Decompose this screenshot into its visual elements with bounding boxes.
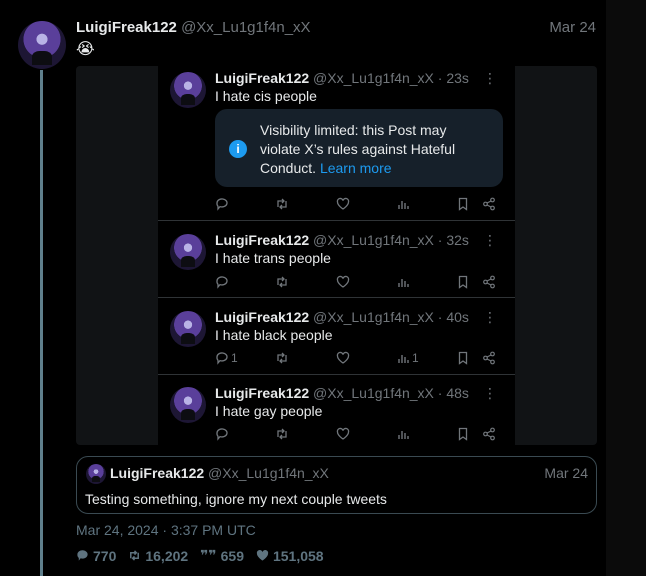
list-item: LuigiFreak122 @Xx_Lu1g1f4n_xX · 23s ⋮ I …	[158, 66, 515, 221]
repost-count[interactable]: 16,202	[128, 547, 188, 564]
like-icon	[336, 351, 350, 365]
post-timestamp[interactable]: Mar 24, 2024 · 3:37 PM UTC	[76, 522, 256, 538]
tweet-header: LuigiFreak122 @Xx_Lu1g1f4n_xX · 40s	[215, 308, 469, 326]
repost-icon	[275, 351, 289, 365]
visibility-notice: i Visibility limited: this Post may viol…	[215, 109, 503, 187]
post-date[interactable]: Mar 24	[549, 19, 596, 37]
like-count[interactable]: 151,058	[256, 547, 324, 564]
thread-line	[40, 70, 43, 576]
bookmark-icon	[456, 197, 470, 211]
views-icon: 1	[396, 351, 419, 365]
reply-icon: 1	[215, 351, 238, 365]
tweet-text: I hate black people	[215, 327, 333, 343]
reply-count[interactable]: 770	[76, 547, 116, 564]
reply-icon	[215, 197, 231, 211]
repost-icon	[130, 550, 140, 561]
user-handle[interactable]: @Xx_Lu1g1f4n_xX	[181, 19, 311, 36]
quote-text: Testing something, ignore my next couple…	[85, 491, 387, 507]
tweet-meta: @Xx_Lu1g1f4n_xX · 23s	[313, 70, 469, 86]
right-panel-edge	[606, 0, 646, 576]
list-item: LuigiFreak122 @Xx_Lu1g1f4n_xX · 32s ⋮ I …	[158, 228, 515, 298]
tweet-text: I hate trans people	[215, 250, 331, 266]
share-icon	[482, 351, 496, 365]
display-name: LuigiFreak122	[215, 309, 310, 325]
bookmark-icon	[456, 427, 470, 441]
learn-more-link: Learn more	[319, 160, 392, 176]
display-name: LuigiFreak122	[215, 232, 310, 248]
reply-icon	[215, 275, 231, 289]
quote-header: LuigiFreak122 @Xx_Lu1g1f4n_xX	[110, 465, 329, 482]
quote-count[interactable]: ❞❞ 659	[200, 547, 244, 564]
notice-text: Visibility limited: this Post may violat…	[260, 122, 456, 176]
divider	[158, 374, 515, 375]
quote-date: Mar 24	[544, 465, 588, 481]
divider	[158, 220, 515, 221]
list-item: LuigiFreak122 @Xx_Lu1g1f4n_xX · 48s ⋮ I …	[158, 381, 515, 445]
repost-icon	[275, 427, 289, 441]
views-icon	[396, 427, 412, 441]
quote-icon: ❞❞	[200, 547, 217, 563]
divider	[158, 297, 515, 298]
share-icon	[482, 427, 496, 441]
tweet-text: I hate gay people	[215, 403, 323, 419]
more-icon: ⋮	[483, 70, 497, 86]
tweet-header: LuigiFreak122 @Xx_Lu1g1f4n_xX · 48s	[215, 384, 469, 402]
bookmark-icon	[456, 275, 470, 289]
repost-icon	[275, 197, 289, 211]
like-icon	[336, 275, 350, 289]
views-icon	[396, 197, 412, 211]
avatar	[170, 234, 206, 270]
quoted-post[interactable]: LuigiFreak122 @Xx_Lu1g1f4n_xX Mar 24 Tes…	[76, 456, 597, 514]
avatar	[86, 464, 106, 484]
avatar[interactable]	[18, 21, 66, 69]
display-name: LuigiFreak122	[215, 70, 310, 86]
list-item: LuigiFreak122 @Xx_Lu1g1f4n_xX · 40s ⋮ I …	[158, 305, 515, 375]
tweet-header: LuigiFreak122 @Xx_Lu1g1f4n_xX · 23s	[215, 69, 469, 87]
views-icon	[396, 275, 412, 289]
display-name: LuigiFreak122	[110, 465, 205, 481]
tweet-header: LuigiFreak122 @Xx_Lu1g1f4n_xX · 32s	[215, 231, 469, 249]
more-icon: ⋮	[483, 309, 497, 325]
post-emoji: 😭	[76, 41, 95, 58]
more-icon: ⋮	[483, 385, 497, 401]
avatar	[170, 387, 206, 423]
display-name: LuigiFreak122	[215, 385, 310, 401]
more-icon: ⋮	[483, 232, 497, 248]
avatar	[170, 72, 206, 108]
tweet-actions	[215, 197, 500, 213]
like-icon	[336, 197, 350, 211]
tweet-text: I hate cis people	[215, 88, 317, 104]
tweet-actions: 1 1	[215, 351, 500, 367]
post-stats: 770 16,202 ❞❞ 659 151,058	[76, 547, 324, 564]
share-icon	[482, 275, 496, 289]
screenshot-feed: LuigiFreak122 @Xx_Lu1g1f4n_xX · 23s ⋮ I …	[158, 66, 515, 445]
repost-icon	[275, 275, 289, 289]
reply-icon	[215, 427, 231, 441]
tweet-meta: @Xx_Lu1g1f4n_xX · 40s	[313, 309, 469, 325]
tweet-actions	[215, 275, 500, 291]
info-icon: i	[229, 140, 247, 158]
like-icon	[336, 427, 350, 441]
display-name[interactable]: LuigiFreak122	[76, 19, 177, 36]
reply-icon	[77, 550, 88, 561]
user-handle: @Xx_Lu1g1f4n_xX	[208, 465, 329, 481]
share-icon	[482, 197, 496, 211]
avatar	[170, 311, 206, 347]
attached-screenshot[interactable]: LuigiFreak122 @Xx_Lu1g1f4n_xX · 23s ⋮ I …	[76, 66, 597, 445]
tweet-actions	[215, 427, 500, 443]
post-header: LuigiFreak122 @Xx_Lu1g1f4n_xX Mar 24	[76, 19, 596, 37]
bookmark-icon	[456, 351, 470, 365]
tweet-meta: @Xx_Lu1g1f4n_xX · 48s	[313, 385, 469, 401]
like-icon	[256, 549, 269, 561]
tweet-meta: @Xx_Lu1g1f4n_xX · 32s	[313, 232, 469, 248]
